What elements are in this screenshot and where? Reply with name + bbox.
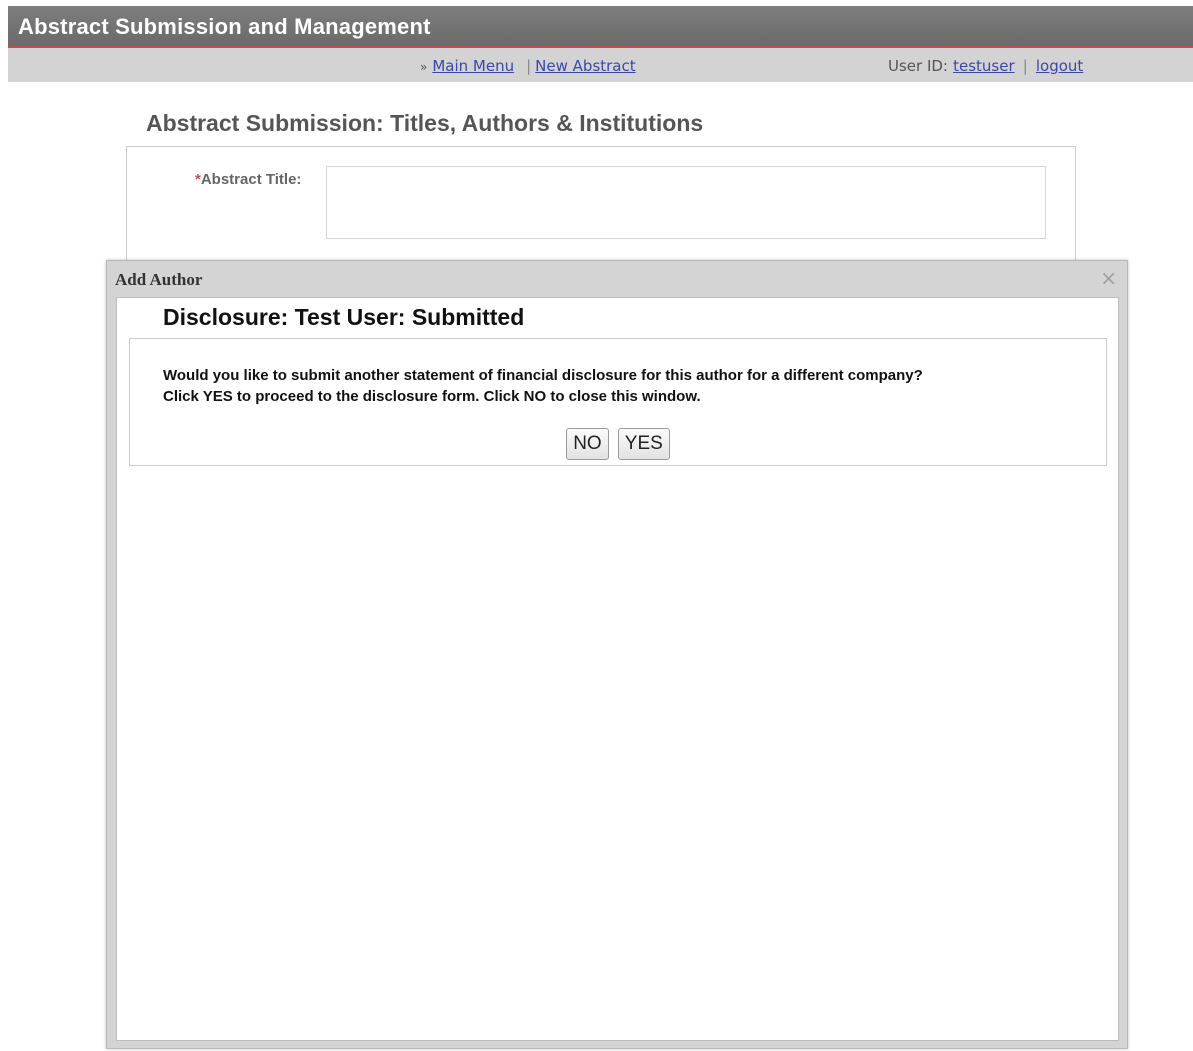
nav-bar: » Main Menu | New Abstract User ID: testuse…: [8, 48, 1193, 82]
close-icon[interactable]: ×: [1100, 268, 1117, 288]
button-row: NO YES: [130, 428, 1106, 460]
main-menu-link[interactable]: Main Menu: [432, 57, 514, 75]
logout-link[interactable]: logout: [1036, 57, 1083, 75]
nav-separator-2: |: [1022, 57, 1028, 75]
dialog-body: Disclosure: Test User: Submitted Would y…: [116, 297, 1119, 1041]
nav-links: » Main Menu | New Abstract: [420, 56, 636, 75]
user-id-label: User ID:: [888, 57, 948, 75]
dialog-titlebar[interactable]: Add Author ×: [107, 261, 1127, 297]
disclosure-message-line1: Would you like to submit another stateme…: [163, 367, 923, 384]
disclosure-message: Would you like to submit another stateme…: [163, 365, 1093, 407]
nav-separator: |: [526, 57, 532, 75]
yes-button[interactable]: YES: [617, 428, 670, 460]
page-title: Abstract Submission: Titles, Authors & I…: [146, 110, 704, 136]
disclosure-message-line2: Click YES to proceed to the disclosure f…: [163, 388, 701, 405]
abstract-title-label-text: Abstract Title:: [200, 171, 302, 188]
double-chevron-right-icon: »: [420, 60, 428, 74]
dialog-title: Add Author: [115, 270, 203, 289]
new-abstract-link[interactable]: New Abstract: [535, 57, 635, 75]
disclosure-panel: Would you like to submit another stateme…: [129, 338, 1107, 466]
disclosure-heading: Disclosure: Test User: Submitted: [163, 304, 525, 330]
abstract-title-label: *Abstract Title:: [195, 171, 301, 188]
no-button[interactable]: NO: [566, 428, 609, 460]
add-author-dialog: Add Author × Disclosure: Test User: Subm…: [106, 260, 1128, 1049]
abstract-title-input[interactable]: [326, 166, 1046, 239]
user-id-link[interactable]: testuser: [953, 57, 1015, 75]
user-info: User ID: testuser | logout: [888, 56, 1083, 75]
app-title: Abstract Submission and Management: [18, 14, 431, 39]
app-header: Abstract Submission and Management: [8, 6, 1193, 48]
